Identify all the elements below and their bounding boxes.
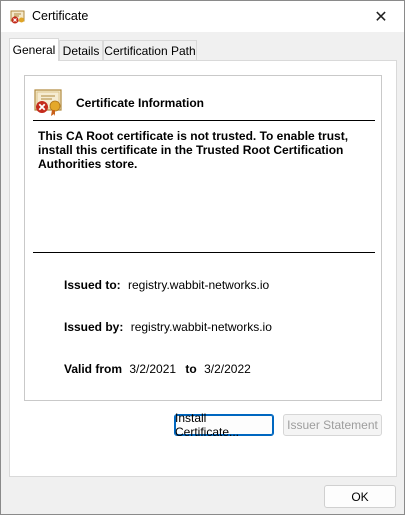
valid-from-label: Valid from (64, 362, 123, 376)
certificate-icon (10, 9, 26, 25)
tab-label: Details (62, 44, 100, 58)
issuer-statement-button[interactable]: Issuer Statement (283, 414, 382, 436)
tab-label: Certification Path (104, 44, 196, 58)
ok-button[interactable]: OK (324, 485, 396, 508)
issuer-statement-label: Issuer Statement (287, 418, 378, 432)
issued-by-row: Issued by: registry.wabbit-networks.io (64, 320, 272, 334)
general-tab-panel: Certificate Information This CA Root cer… (9, 60, 397, 477)
window-title: Certificate (32, 9, 89, 23)
close-icon: ✕ (374, 8, 388, 26)
tab-general[interactable]: General (9, 38, 59, 61)
untrusted-certificate-icon (33, 86, 65, 118)
issued-by-value: registry.wabbit-networks.io (130, 320, 272, 334)
valid-from-value: 3/2/2021 (129, 362, 177, 376)
issued-to-value: registry.wabbit-networks.io (128, 278, 270, 292)
install-certificate-label: Install Certificate... (175, 411, 240, 439)
issued-to-row: Issued to: registry.wabbit-networks.io (64, 278, 269, 292)
title-bar: Certificate ✕ (1, 1, 404, 32)
certificate-dialog: Certificate ✕ General Details Certificat… (0, 0, 405, 515)
valid-to-label: to (185, 362, 197, 376)
certificate-information-box: Certificate Information This CA Root cer… (24, 75, 382, 401)
close-button[interactable]: ✕ (358, 1, 404, 32)
tab-certification-path[interactable]: Certification Path (103, 40, 197, 61)
tab-label: General (12, 43, 56, 57)
valid-to-value: 3/2/2022 (204, 362, 251, 376)
tab-details[interactable]: Details (59, 40, 103, 61)
divider (33, 120, 375, 121)
trust-warning-text: This CA Root certificate is not trusted.… (38, 129, 349, 171)
divider (33, 252, 375, 253)
certificate-information-heading: Certificate Information (76, 96, 205, 110)
validity-row: Valid from 3/2/2021 to 3/2/2022 (64, 362, 251, 376)
ok-label: OK (351, 489, 369, 504)
install-certificate-button[interactable]: Install Certificate... (174, 411, 274, 439)
issued-by-label: Issued by: (64, 320, 124, 334)
issued-to-label: Issued to: (64, 278, 121, 292)
